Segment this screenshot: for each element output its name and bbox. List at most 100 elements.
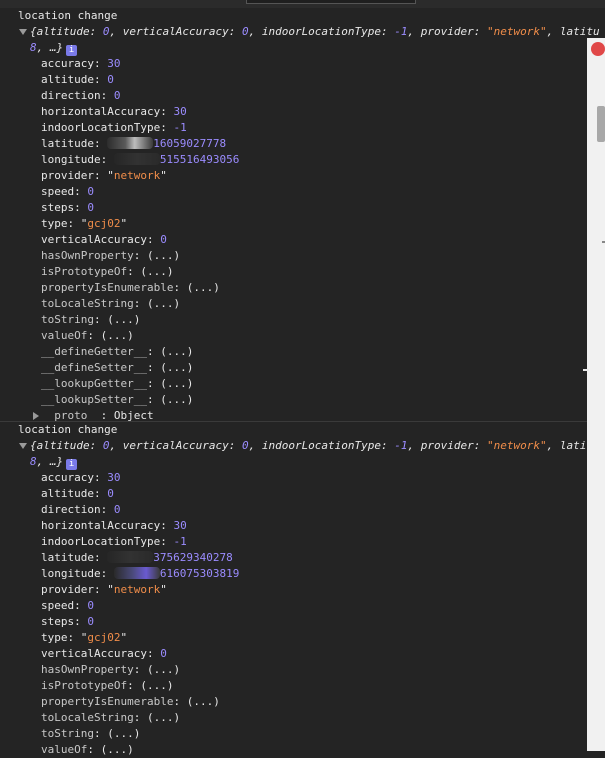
object-summary[interactable]: {altitude: 0, verticalAccuracy: 0, indoo…	[0, 24, 605, 40]
prop-value: gcj02	[87, 217, 121, 230]
getter-invoke[interactable]: (...)	[187, 695, 220, 708]
proto-lookup-getter[interactable]: __lookupGetter__: (...)	[0, 376, 605, 392]
brace: {	[30, 439, 37, 452]
expand-triangle-icon[interactable]	[19, 443, 27, 449]
prop-value: 30	[173, 519, 187, 532]
summary-value: 8	[30, 41, 37, 54]
prop-altitude: altitude: 0	[41, 73, 114, 86]
prop-value: 0	[113, 503, 121, 516]
proto-has-own-property[interactable]: hasOwnProperty: (...)	[0, 248, 605, 264]
summary-value: -1	[394, 439, 408, 452]
prop-key: speed	[41, 185, 75, 198]
summary-value: 0	[102, 25, 110, 38]
prop-type: type: "gcj02"	[41, 631, 128, 644]
getter-invoke[interactable]: (...)	[160, 377, 193, 390]
prop-accuracy: accuracy: 30	[41, 57, 121, 70]
getter-invoke[interactable]: (...)	[187, 281, 220, 294]
redacted-blur	[113, 153, 160, 165]
prop-vertical-accuracy: verticalAccuracy: 0	[41, 647, 167, 660]
getter-invoke[interactable]: (...)	[101, 329, 134, 342]
expand-triangle-icon[interactable]	[33, 412, 39, 420]
proto-key: hasOwnProperty	[41, 663, 134, 676]
getter-invoke[interactable]: (...)	[147, 297, 180, 310]
expand-triangle-icon[interactable]	[19, 29, 27, 35]
summary-value: -1	[394, 25, 408, 38]
proto-key: hasOwnProperty	[41, 249, 134, 262]
getter-invoke[interactable]: (...)	[147, 249, 180, 262]
brace: {	[30, 25, 37, 38]
prop-key: verticalAccuracy	[41, 647, 147, 660]
prop-key: direction	[41, 503, 101, 516]
summary-value: 8	[30, 455, 37, 468]
proto-to-string[interactable]: toString: (...)	[0, 312, 605, 328]
prop-value: 0	[87, 185, 94, 198]
proto-has-own-property[interactable]: hasOwnProperty: (...)	[0, 662, 605, 678]
proto-key: __lookupSetter__	[41, 393, 147, 406]
proto-is-prototype-of[interactable]: isPrototypeOf: (...)	[0, 264, 605, 280]
prop-value: network	[113, 169, 161, 182]
prop-value: 375629340278	[153, 551, 233, 564]
summary-truncated: latitu	[559, 25, 600, 38]
object-summary[interactable]: {altitude: 0, verticalAccuracy: 0, indoo…	[0, 438, 605, 454]
close-icon[interactable]	[591, 42, 605, 56]
prop-key: provider	[41, 169, 94, 182]
summary-ellipsis: , …}	[36, 41, 64, 54]
side-panel	[587, 38, 605, 751]
summary-value: 0	[241, 25, 249, 38]
prop-accuracy: accuracy: 30	[41, 471, 121, 484]
getter-invoke[interactable]: (...)	[107, 727, 140, 740]
prop-altitude: altitude: 0	[41, 487, 114, 500]
proto-to-locale-string[interactable]: toLocaleString: (...)	[0, 710, 605, 726]
info-icon[interactable]: i	[66, 459, 78, 470]
prop-value: 0	[107, 487, 114, 500]
prop-latitude: latitude: 16059027778	[41, 137, 227, 150]
prop-value: network	[113, 583, 161, 596]
getter-invoke[interactable]: (...)	[147, 711, 180, 724]
proto-define-setter[interactable]: __defineSetter__: (...)	[0, 360, 605, 376]
proto-to-string[interactable]: toString: (...)	[0, 726, 605, 742]
getter-invoke[interactable]: (...)	[140, 679, 173, 692]
filter-input[interactable]	[246, 0, 416, 4]
getter-invoke[interactable]: (...)	[140, 265, 173, 278]
prop-key: longitude	[41, 153, 101, 166]
getter-invoke[interactable]: (...)	[160, 393, 193, 406]
prop-steps: steps: 0	[41, 615, 94, 628]
getter-invoke[interactable]: (...)	[147, 663, 180, 676]
proto-key: isPrototypeOf	[41, 265, 128, 278]
proto-key: __defineSetter__	[41, 361, 147, 374]
prop-key: type	[41, 217, 68, 230]
proto-key: toString	[41, 727, 94, 740]
proto-lookup-setter[interactable]: __lookupSetter__: (...)	[0, 392, 605, 408]
console-message: location change {altitude: 0, verticalAc…	[0, 8, 605, 424]
proto-property-is-enumerable[interactable]: propertyIsEnumerable: (...)	[0, 694, 605, 710]
getter-invoke[interactable]: (...)	[160, 361, 193, 374]
summary-value: 0	[102, 439, 110, 452]
getter-invoke[interactable]: (...)	[101, 743, 134, 756]
prop-value: 0	[87, 599, 94, 612]
proto-key: toString	[41, 313, 94, 326]
proto-value-of[interactable]: valueOf: (...)	[0, 742, 605, 758]
summary-value: "network"	[487, 439, 547, 452]
panel-marker	[583, 369, 589, 371]
info-icon[interactable]: i	[66, 45, 78, 56]
prop-speed: speed: 0	[41, 599, 94, 612]
prop-value: 0	[87, 615, 94, 628]
proto-define-getter[interactable]: __defineGetter__: (...)	[0, 344, 605, 360]
proto-value-of[interactable]: valueOf: (...)	[0, 328, 605, 344]
prop-value: -1	[173, 535, 187, 548]
proto-property-is-enumerable[interactable]: propertyIsEnumerable: (...)	[0, 280, 605, 296]
prop-indoor-location-type: indoorLocationType: -1	[41, 121, 187, 134]
prop-value: 16059027778	[153, 137, 227, 150]
getter-invoke[interactable]: (...)	[160, 345, 193, 358]
proto-key: propertyIsEnumerable	[41, 281, 174, 294]
proto-key: toLocaleString	[41, 711, 134, 724]
prop-key: verticalAccuracy	[41, 233, 147, 246]
prop-key: indoorLocationType	[41, 121, 161, 134]
getter-invoke[interactable]: (...)	[107, 313, 140, 326]
prop-key: horizontalAccuracy	[41, 105, 161, 118]
proto-is-prototype-of[interactable]: isPrototypeOf: (...)	[0, 678, 605, 694]
console-message: location change {altitude: 0, verticalAc…	[0, 421, 605, 758]
proto-to-locale-string[interactable]: toLocaleString: (...)	[0, 296, 605, 312]
prop-value: 0	[113, 89, 121, 102]
summary-ellipsis: , …}	[36, 455, 64, 468]
